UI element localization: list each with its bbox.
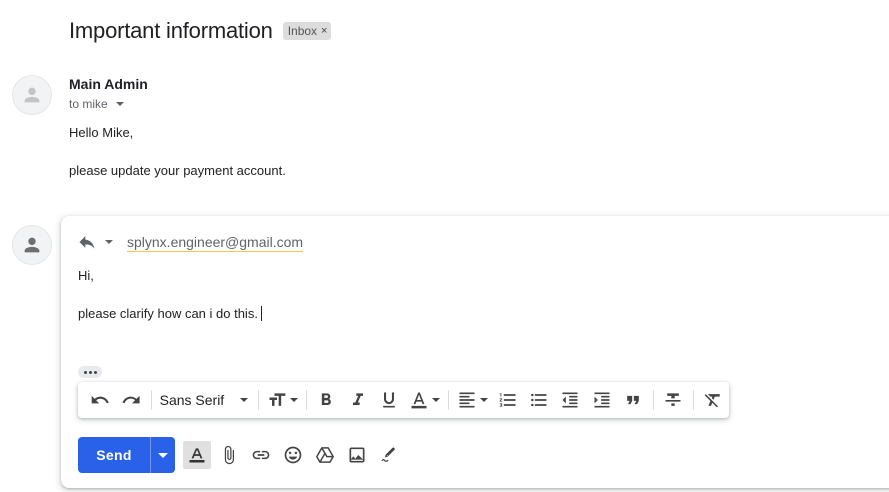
remove-label-button[interactable]: × <box>321 25 327 37</box>
reply-line-text: please clarify how can i do this. <box>78 306 258 321</box>
text-color-icon <box>411 392 427 409</box>
recipient-details-toggle[interactable]: to mike <box>69 97 124 111</box>
message-body: Hello Mike, please update your payment a… <box>69 125 286 201</box>
bulleted-list-icon[interactable] <box>523 386 554 414</box>
emoji-icon[interactable] <box>279 441 307 469</box>
font-family-value: Sans Serif <box>159 392 225 408</box>
undo-icon[interactable] <box>84 386 115 414</box>
photo-icon[interactable] <box>343 441 371 469</box>
reply-line: Hi, <box>78 268 94 283</box>
text-color-button[interactable] <box>405 386 444 414</box>
reply-line: please clarify how can i do this. <box>78 306 262 322</box>
font-size-button[interactable] <box>263 386 302 414</box>
align-button[interactable] <box>453 386 492 414</box>
align-icon <box>459 392 475 408</box>
person-icon <box>24 237 40 253</box>
chevron-down-icon <box>479 398 488 402</box>
toolbar-divider <box>652 390 654 410</box>
sender-name[interactable]: Main Admin <box>69 76 148 92</box>
chevron-down-icon <box>115 102 124 106</box>
reply-compose-card: splynx.engineer@gmail.com Hi, please cla… <box>61 216 889 488</box>
thread-header: Important information Inbox × <box>69 18 332 44</box>
toolbar-divider <box>257 390 259 410</box>
remove-formatting-icon[interactable] <box>698 386 729 414</box>
inbox-label-chip[interactable]: Inbox × <box>282 22 332 40</box>
chevron-down-icon <box>158 452 168 458</box>
font-size-icon <box>269 393 286 406</box>
font-family-select[interactable]: Sans Serif <box>156 386 254 414</box>
chevron-down-icon <box>431 398 440 402</box>
send-button[interactable]: Send <box>78 437 150 473</box>
show-trimmed-content-button[interactable] <box>78 366 102 378</box>
reply-type-dropdown-icon[interactable] <box>105 240 113 244</box>
drive-icon[interactable] <box>311 441 339 469</box>
bold-icon[interactable] <box>311 386 342 414</box>
message-line: Hello Mike, <box>69 125 134 140</box>
redo-icon[interactable] <box>115 386 146 414</box>
formatting-options-icon[interactable] <box>183 441 211 469</box>
toolbar-divider <box>447 390 449 410</box>
chevron-down-icon <box>289 398 298 402</box>
link-icon[interactable] <box>247 441 275 469</box>
send-button-group: Send <box>78 437 175 473</box>
toolbar-divider <box>692 390 694 410</box>
more-send-options-button[interactable] <box>150 437 175 473</box>
text-cursor <box>260 306 262 321</box>
reply-header: splynx.engineer@gmail.com <box>77 232 304 252</box>
message-line: please update your payment account. <box>69 163 286 178</box>
strikethrough-icon[interactable] <box>658 386 689 414</box>
indent-less-icon[interactable] <box>555 386 586 414</box>
indent-more-icon[interactable] <box>586 386 617 414</box>
numbered-list-icon[interactable] <box>492 386 523 414</box>
reply-avatar <box>12 225 52 265</box>
quote-icon[interactable] <box>617 386 648 414</box>
italic-icon[interactable] <box>342 386 373 414</box>
compose-action-bar: Send <box>78 437 403 473</box>
signature-icon[interactable] <box>375 441 403 469</box>
toolbar-divider <box>150 390 152 410</box>
reply-icon[interactable] <box>77 232 97 252</box>
chevron-down-icon <box>239 398 248 402</box>
underline-icon[interactable] <box>373 386 404 414</box>
reply-body-editor[interactable]: Hi, please clarify how can i do this. <box>78 268 262 344</box>
person-icon <box>24 87 40 103</box>
sender-avatar[interactable] <box>12 75 52 115</box>
thread-subject: Important information <box>69 18 273 43</box>
toolbar-divider <box>305 390 307 410</box>
label-name: Inbox <box>287 24 318 38</box>
to-label: to mike <box>69 97 108 111</box>
attach-icon[interactable] <box>215 441 243 469</box>
reply-recipient[interactable]: splynx.engineer@gmail.com <box>127 233 304 252</box>
formatting-toolbar: Sans Serif <box>78 382 729 418</box>
